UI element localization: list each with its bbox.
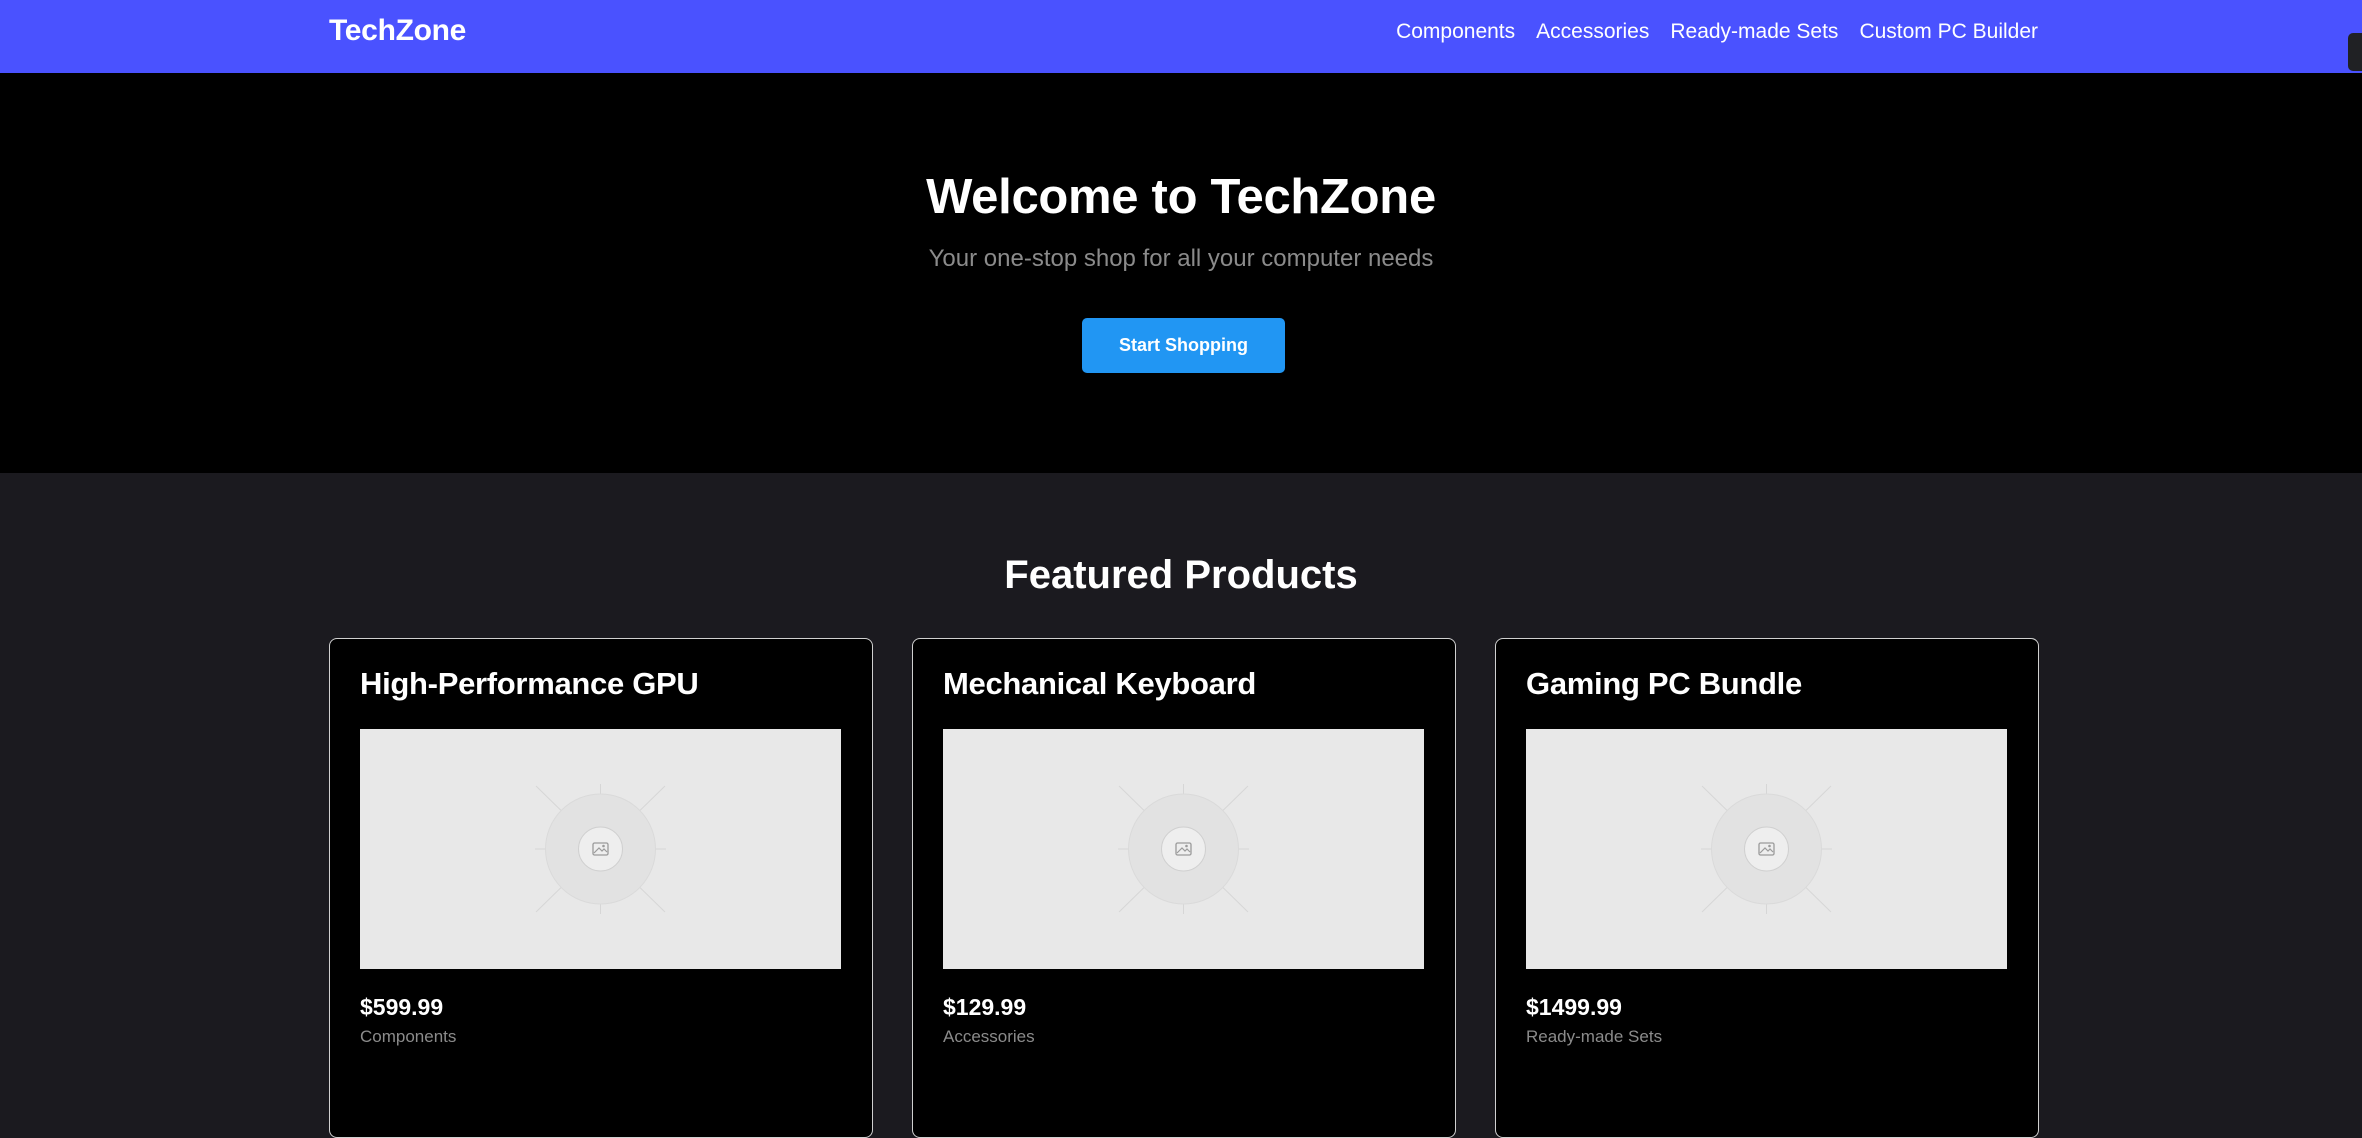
nav-link-custom-pc-builder[interactable]: Custom PC Builder	[1859, 20, 2038, 44]
product-category: Accessories	[943, 1027, 1035, 1046]
brand-logo[interactable]: TechZone	[329, 14, 466, 48]
product-image[interactable]	[943, 729, 1424, 969]
product-image[interactable]	[360, 729, 841, 969]
product-card[interactable]: Mechanical Keyboard $129.99 Accessories	[912, 638, 1456, 1138]
product-name: Mechanical Keyboard	[943, 666, 1257, 701]
nav-link-ready-made-sets[interactable]: Ready-made Sets	[1670, 20, 1838, 44]
nav-link-accessories[interactable]: Accessories	[1536, 20, 1649, 44]
product-price: $1499.99	[1526, 994, 1622, 1020]
start-shopping-button[interactable]: Start Shopping	[1082, 318, 1285, 373]
image-placeholder-icon	[535, 784, 666, 914]
main-nav: Components Accessories Ready-made Sets C…	[1396, 20, 2038, 44]
product-name: Gaming PC Bundle	[1526, 666, 1802, 701]
top-navbar: TechZone Components Accessories Ready-ma…	[0, 0, 2362, 73]
featured-products-section: Featured Products High-Performance GPU $…	[0, 473, 2362, 1138]
hero-subtitle: Your one-stop shop for all your computer…	[928, 245, 1434, 272]
product-image[interactable]	[1526, 729, 2007, 969]
product-price: $599.99	[360, 994, 444, 1020]
product-card[interactable]: Gaming PC Bundle $1499.99 Ready-made Set…	[1495, 638, 2039, 1138]
product-price: $129.99	[943, 994, 1027, 1020]
section-title: Featured Products	[1004, 553, 1358, 597]
hero-section: Welcome to TechZone Your one-stop shop f…	[0, 73, 2362, 473]
hero-title: Welcome to TechZone	[926, 170, 1436, 224]
image-placeholder-icon	[1701, 784, 1832, 914]
product-card[interactable]: High-Performance GPU $599.99 Components	[329, 638, 873, 1138]
product-category: Ready-made Sets	[1526, 1027, 1663, 1046]
product-category: Components	[360, 1027, 457, 1046]
product-name: High-Performance GPU	[360, 666, 699, 701]
image-placeholder-icon	[1118, 784, 1249, 914]
side-panel-tab[interactable]	[2348, 33, 2362, 71]
nav-link-components[interactable]: Components	[1396, 20, 1515, 44]
